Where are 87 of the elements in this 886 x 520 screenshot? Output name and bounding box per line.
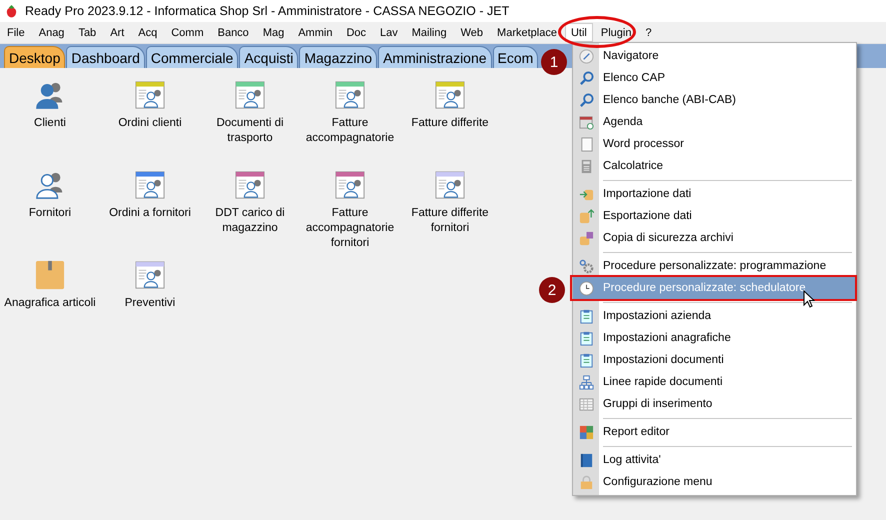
document-icon[interactable] bbox=[335, 170, 365, 200]
clipboard-icon bbox=[578, 308, 594, 324]
menu-item[interactable]: Doc bbox=[340, 23, 372, 42]
menu-option[interactable]: Gruppi di inserimento bbox=[573, 393, 856, 415]
export-icon bbox=[578, 208, 594, 224]
tab[interactable]: Dashboard bbox=[66, 46, 145, 68]
menu-option[interactable]: Agenda bbox=[573, 111, 856, 133]
clock-icon bbox=[578, 280, 594, 296]
gear-icon bbox=[578, 258, 594, 274]
mouse-pointer-icon bbox=[803, 290, 815, 308]
document-icon[interactable] bbox=[135, 260, 165, 290]
desktop-shortcut-label[interactable]: Ordini a fornitori bbox=[100, 206, 200, 221]
desktop-shortcut-label[interactable]: Anagrafica articoli bbox=[0, 296, 100, 311]
desktop-shortcut-label[interactable]: DDT carico di magazzino bbox=[200, 206, 300, 236]
menu-option[interactable]: Calcolatrice bbox=[573, 155, 856, 177]
menu-item[interactable]: File bbox=[1, 23, 31, 42]
people-icon[interactable] bbox=[35, 170, 65, 200]
desktop-shortcut-label[interactable]: Fornitori bbox=[0, 206, 100, 221]
search-icon bbox=[578, 70, 594, 86]
menu-item[interactable]: Comm bbox=[165, 23, 210, 42]
clipboard-icon bbox=[578, 352, 594, 368]
menu-option[interactable]: Impostazioni azienda bbox=[573, 305, 856, 327]
desktop-shortcut-label[interactable]: Fatture accompagnatorie fornitori bbox=[300, 206, 400, 251]
color-squares-icon bbox=[578, 424, 594, 440]
desktop-shortcut-label[interactable]: Fatture accompagnatorie bbox=[300, 116, 400, 146]
document-icon[interactable] bbox=[235, 170, 265, 200]
strawberry-icon bbox=[4, 4, 19, 18]
menu-item[interactable]: Art bbox=[104, 23, 130, 42]
menu-option[interactable]: Impostazioni documenti bbox=[573, 349, 856, 371]
clipboard-icon bbox=[578, 330, 594, 346]
tab[interactable]: Amministrazione bbox=[378, 46, 492, 68]
step-badge: 2 bbox=[539, 277, 565, 303]
menu-item[interactable]: Mag bbox=[256, 23, 290, 42]
menu-item[interactable]: Util bbox=[564, 23, 593, 42]
book-icon bbox=[578, 452, 594, 468]
box-icon[interactable] bbox=[35, 260, 65, 290]
menu-option[interactable]: Log attivita' bbox=[573, 449, 856, 471]
desktop-shortcut-label[interactable]: Documenti di trasporto bbox=[200, 116, 300, 146]
menu-item[interactable]: Acq bbox=[132, 23, 164, 42]
calendar-icon bbox=[578, 114, 594, 130]
backup-icon bbox=[578, 230, 594, 246]
desktop-shortcut-label[interactable]: Preventivi bbox=[100, 296, 200, 311]
desktop-shortcut-label[interactable]: Fatture differite bbox=[400, 116, 500, 131]
menu-option[interactable]: Linee rapide documenti bbox=[573, 371, 856, 393]
people-icon[interactable] bbox=[35, 80, 65, 110]
menu-option[interactable]: Elenco CAP bbox=[573, 67, 856, 89]
compass-icon bbox=[578, 48, 594, 64]
menu-item[interactable]: Banco bbox=[212, 23, 255, 42]
menu-item[interactable]: Ammin bbox=[292, 23, 338, 42]
menu-item[interactable]: Tab bbox=[72, 23, 102, 42]
menu-item[interactable]: Marketplace bbox=[491, 23, 563, 42]
menu-item[interactable]: Anag bbox=[32, 23, 70, 42]
document-icon[interactable] bbox=[435, 80, 465, 110]
tab[interactable]: Ecom bbox=[492, 46, 538, 68]
hierarchy-icon bbox=[578, 374, 594, 390]
menu-item[interactable]: Mailing bbox=[406, 23, 453, 42]
document-icon[interactable] bbox=[135, 80, 165, 110]
table-icon bbox=[578, 396, 594, 412]
tab[interactable]: Magazzino bbox=[299, 46, 378, 68]
menu-option[interactable]: Procedure personalizzate: programmazione bbox=[573, 255, 856, 277]
menu-option[interactable]: Elenco banche (ABI-CAB) bbox=[573, 89, 856, 111]
desktop-shortcut-label[interactable]: Clienti bbox=[0, 116, 100, 131]
page-icon bbox=[578, 136, 594, 152]
desktop-shortcut-label[interactable]: Fatture differite fornitori bbox=[400, 206, 500, 236]
menu-option[interactable]: Copia di sicurezza archivi bbox=[573, 227, 856, 249]
document-icon[interactable] bbox=[335, 80, 365, 110]
desktop-shortcut-label[interactable]: Ordini clienti bbox=[100, 116, 200, 131]
menu-option[interactable]: Configurazione menu bbox=[573, 471, 856, 493]
lock-icon bbox=[578, 474, 594, 490]
menu-option[interactable]: Esportazione dati bbox=[573, 205, 856, 227]
menu-option[interactable]: Word processor bbox=[573, 133, 856, 155]
document-icon[interactable] bbox=[435, 170, 465, 200]
menu-option[interactable]: Importazione dati bbox=[573, 183, 856, 205]
tab[interactable]: Acquisti bbox=[239, 46, 298, 68]
document-icon[interactable] bbox=[135, 170, 165, 200]
window-title: Ready Pro 2023.9.12 - Informatica Shop Srl - Amministratore - CASSA NEGOZIO - JET bbox=[25, 4, 510, 18]
search-icon bbox=[578, 92, 594, 108]
tab[interactable]: Commerciale bbox=[146, 46, 238, 68]
document-icon[interactable] bbox=[235, 80, 265, 110]
menu-item[interactable]: Lav bbox=[374, 23, 404, 42]
menu-option[interactable]: Navigatore bbox=[573, 45, 856, 67]
menu-option[interactable]: Impostazioni anagrafiche bbox=[573, 327, 856, 349]
menu-option[interactable]: Report editor bbox=[573, 421, 856, 443]
menu-item[interactable]: Plugin bbox=[594, 23, 638, 42]
menu-item[interactable]: Web bbox=[454, 23, 490, 42]
menu-item[interactable]: ? bbox=[639, 23, 658, 42]
tab[interactable]: Desktop bbox=[4, 46, 66, 68]
